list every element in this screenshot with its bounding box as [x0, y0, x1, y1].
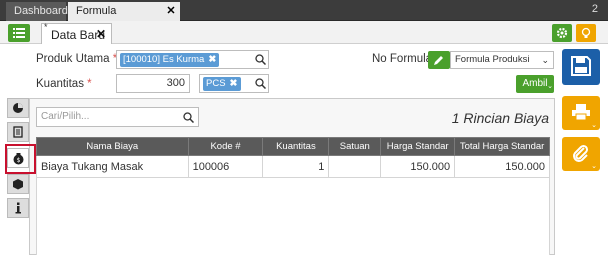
search-icon[interactable]: [183, 112, 194, 123]
search-icon[interactable]: [255, 54, 266, 65]
floppy-disk-icon: [571, 56, 591, 76]
settings-button[interactable]: [552, 24, 572, 42]
produk-utama-label-text: Produk Utama: [36, 53, 110, 65]
print-button[interactable]: ⌄: [562, 96, 600, 130]
tab-formula-produksi[interactable]: Formula Produksi: [68, 2, 162, 36]
kuantitas-label: Kuantitas *: [36, 78, 92, 90]
paperclip-icon: [573, 144, 589, 162]
col-kode[interactable]: Kode #: [187, 137, 264, 156]
search-icon[interactable]: [255, 78, 266, 89]
detail-side-tabs: $: [7, 98, 29, 255]
produk-utama-field[interactable]: [100010] Es Kurma ✖: [116, 50, 269, 69]
table-header-row: Nama Biaya Kode # Kuantitas Satuan Harga…: [36, 137, 550, 156]
rincian-summary: 1 Rincian Biaya: [451, 110, 549, 126]
remove-unit-icon[interactable]: ✖: [230, 78, 238, 89]
edit-formula-button[interactable]: [428, 51, 450, 69]
unit-tag: PCS ✖: [203, 77, 241, 91]
search-placeholder: Cari/Pilih...: [41, 111, 90, 122]
box-icon: [13, 179, 23, 190]
unit-value: PCS: [206, 78, 226, 89]
grid-empty-area: [36, 177, 550, 255]
pie-chart-icon: [13, 103, 23, 113]
produk-utama-value: [100010] Es Kurma: [123, 54, 205, 65]
attachment-button[interactable]: ⌄: [562, 137, 600, 171]
unit-field[interactable]: PCS ✖: [199, 74, 269, 93]
tips-button[interactable]: [576, 24, 596, 42]
info-icon: [15, 202, 21, 214]
tab-pie-chart[interactable]: [7, 98, 29, 118]
chevron-down-icon: ⌄: [541, 55, 549, 65]
ambil-label: Ambil: [522, 78, 548, 89]
col-nama-biaya[interactable]: Nama Biaya: [36, 137, 189, 156]
tab-document[interactable]: [7, 122, 29, 142]
list-icon: [13, 28, 25, 38]
table-row[interactable]: Biaya Tukang Masak 100006 1 150.000 150.…: [36, 155, 550, 178]
tab-dashboard[interactable]: Dashboard: [6, 2, 68, 21]
no-formula-select-value: Formula Produksi: [455, 54, 530, 65]
produk-utama-tag: [100010] Es Kurma ✖: [120, 53, 220, 67]
tab-info[interactable]: [7, 198, 29, 218]
document-toolbar: * Data Baru ✕: [0, 21, 608, 44]
cell-harga[interactable]: 150.000: [380, 155, 456, 178]
rincian-search-input[interactable]: Cari/Pilih...: [36, 107, 199, 127]
produk-utama-label: Produk Utama *: [36, 53, 117, 65]
lightbulb-icon: [581, 27, 591, 38]
highlight-box: [5, 144, 36, 174]
doc-tab-data-baru[interactable]: * Data Baru ✕: [41, 22, 112, 44]
list-menu-button[interactable]: [8, 24, 30, 42]
close-doc-tab-icon[interactable]: ✕: [96, 27, 106, 41]
kuantitas-input[interactable]: 300: [116, 74, 190, 93]
cell-satuan[interactable]: [328, 155, 382, 178]
kuantitas-label-text: Kuantitas: [36, 78, 84, 90]
caret-icon: ⌄: [547, 83, 553, 90]
required-mark: *: [87, 78, 92, 90]
window-count: 2: [591, 3, 598, 15]
rincian-biaya-table: Nama Biaya Kode # Kuantitas Satuan Harga…: [36, 137, 550, 178]
gear-icon: [556, 27, 568, 39]
cell-kuantitas[interactable]: 1: [262, 155, 330, 178]
col-harga-standar[interactable]: Harga Standar: [380, 137, 456, 156]
top-tab-bar: Dashboard Formula Produksi ✕ 2: [0, 0, 608, 36]
caret-icon: ⌄: [591, 122, 597, 129]
cell-kode[interactable]: 100006: [187, 155, 264, 178]
modified-mark: *: [44, 22, 48, 32]
col-satuan[interactable]: Satuan: [328, 137, 382, 156]
pencil-icon: [434, 56, 443, 65]
col-kuantitas[interactable]: Kuantitas: [262, 137, 330, 156]
tab-box[interactable]: [7, 174, 29, 194]
col-total-harga-standar[interactable]: Total Harga Standar: [454, 137, 550, 156]
cell-total[interactable]: 150.000: [454, 155, 550, 178]
remove-tag-icon[interactable]: ✖: [208, 54, 216, 65]
cell-nama[interactable]: Biaya Tukang Masak: [36, 155, 189, 178]
save-button[interactable]: [562, 49, 600, 85]
printer-icon: [572, 104, 590, 121]
close-tab-button[interactable]: ✕: [162, 2, 180, 21]
caret-icon: ⌄: [591, 163, 597, 170]
no-formula-select[interactable]: Formula Produksi ⌄: [450, 51, 554, 69]
document-icon: [13, 126, 23, 138]
ambil-button[interactable]: Ambil ⌄: [516, 75, 554, 93]
